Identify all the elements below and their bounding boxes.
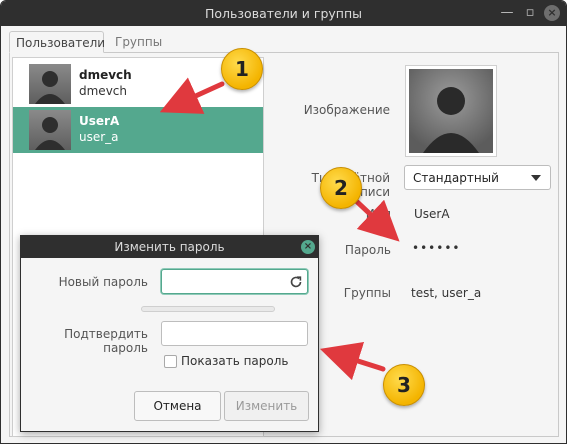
avatar xyxy=(29,64,71,104)
account-type-dropdown[interactable]: Стандартный xyxy=(404,165,551,190)
password-label: Пароль xyxy=(344,243,391,257)
name-value[interactable]: UserA xyxy=(414,207,450,221)
maximize-icon[interactable]: ▫ xyxy=(521,4,539,22)
avatar xyxy=(29,110,71,150)
tab-groups[interactable]: Группы xyxy=(109,31,168,53)
annotation-badge-3: 3 xyxy=(383,364,425,406)
user-image xyxy=(409,69,493,153)
new-password-label: Новый пароль xyxy=(58,275,148,289)
image-label: Изображение xyxy=(303,103,390,117)
annotation-badge-1: 1 xyxy=(221,48,263,90)
confirm-password-label: Подтвердить пароль xyxy=(64,327,148,355)
account-type-value: Стандартный xyxy=(413,171,499,185)
confirm-password-input[interactable] xyxy=(161,321,308,346)
close-icon[interactable]: × xyxy=(301,240,315,254)
change-button[interactable]: Изменить xyxy=(224,391,309,421)
window-title: Пользователи и группы xyxy=(205,6,362,21)
user-login: user_a xyxy=(79,130,119,144)
annotation-badge-2: 2 xyxy=(320,167,362,209)
name-label: Имя xyxy=(365,207,391,221)
user-name: dmevch xyxy=(79,68,132,82)
groups-value[interactable]: test, user_a xyxy=(411,286,481,300)
dialog-title: Изменить пароль xyxy=(114,240,225,254)
user-name: UserA xyxy=(79,114,120,128)
groups-label: Группы xyxy=(343,286,391,300)
dialog-titlebar[interactable]: Изменить пароль × xyxy=(21,236,318,258)
minimize-icon[interactable]: — xyxy=(498,4,516,22)
refresh-icon[interactable] xyxy=(288,274,304,290)
show-password-label[interactable]: Показать пароль xyxy=(181,354,288,368)
new-password-input[interactable] xyxy=(161,269,308,294)
password-value[interactable]: •••••• xyxy=(412,241,460,255)
user-login: dmevch xyxy=(79,84,127,98)
password-strength-bar xyxy=(141,306,275,312)
cancel-button[interactable]: Отмена xyxy=(134,391,221,421)
window-titlebar[interactable]: Пользователи и группы — ▫ × xyxy=(1,1,566,26)
tab-users[interactable]: Пользователи xyxy=(9,31,105,53)
close-icon[interactable]: × xyxy=(544,5,560,21)
user-image-button[interactable] xyxy=(405,65,497,157)
chevron-down-icon xyxy=(531,175,541,181)
show-password-checkbox[interactable] xyxy=(164,355,177,368)
user-list-item-selected[interactable]: UserA user_a xyxy=(13,107,263,153)
